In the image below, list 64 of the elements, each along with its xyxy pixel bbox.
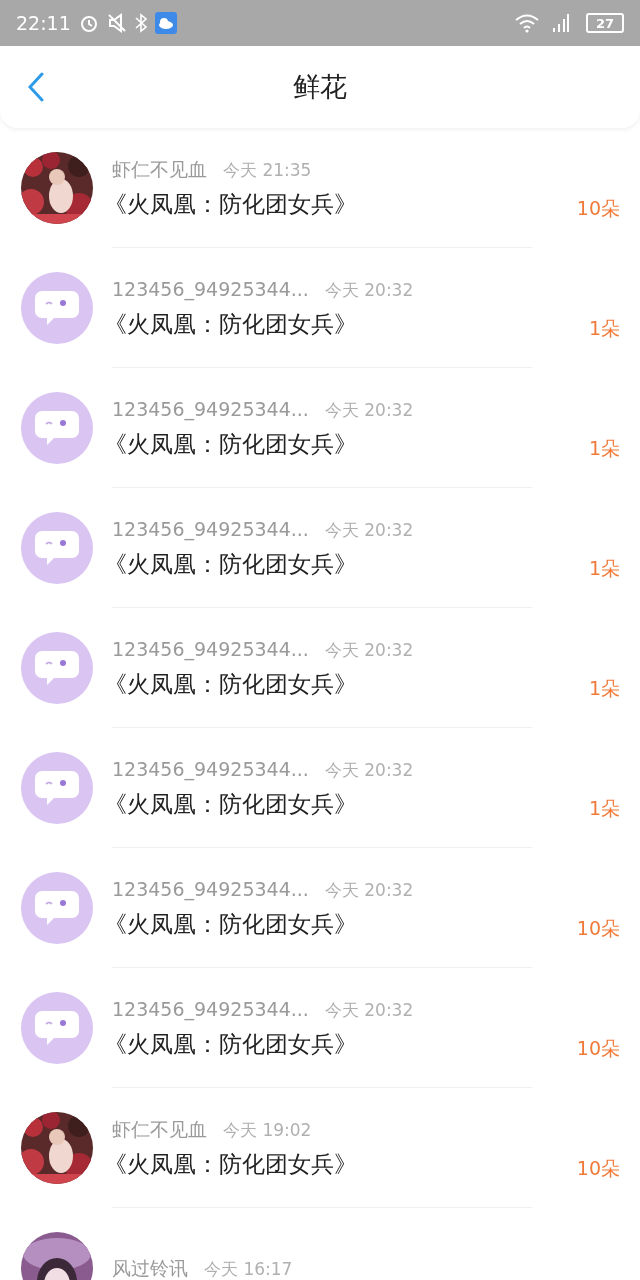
- list-row[interactable]: 123456_94925344... 今天 20:32 《火凤凰：防化团女兵》 1朵: [0, 608, 640, 728]
- timestamp: 今天 21:35: [223, 158, 312, 182]
- book-title: 《火凤凰：防化团女兵》: [104, 1030, 358, 1059]
- timestamp: 今天 20:32: [324, 878, 414, 902]
- flower-count: 10朵: [576, 915, 620, 941]
- timestamp: 今天 20:32: [324, 278, 414, 302]
- wifi-icon: [514, 13, 540, 33]
- user-name: 123456_94925344...: [112, 276, 309, 303]
- chat-bubble-icon: [34, 409, 80, 447]
- bluetooth-icon: [134, 13, 147, 33]
- timestamp: 今天 20:32: [324, 638, 414, 662]
- chat-bubble-icon: [34, 1009, 80, 1047]
- book-title: 《火凤凰：防化团女兵》: [104, 190, 358, 219]
- chat-bubble-icon: [34, 889, 80, 927]
- chat-bubble-icon: [34, 529, 80, 567]
- user-name: 123456_94925344...: [112, 876, 309, 903]
- timestamp: 今天 20:32: [324, 998, 414, 1022]
- book-title: 《火凤凰：防化团女兵》: [104, 1150, 358, 1179]
- chat-bubble-icon: [34, 769, 80, 807]
- book-title: 《火凤凰：防化团女兵》: [104, 430, 358, 459]
- list-row[interactable]: 123456_94925344... 今天 20:32 《火凤凰：防化团女兵》 10朵: [0, 848, 640, 968]
- signal-icon: [552, 13, 570, 33]
- flower-count: 1朵: [588, 555, 620, 581]
- alarm-icon: [78, 13, 99, 33]
- user-name: 123456_94925344...: [112, 516, 309, 543]
- chat-bubble-icon: [34, 649, 80, 687]
- book-title: 《火凤凰：防化团女兵》: [104, 910, 358, 939]
- user-name: 123456_94925344...: [112, 636, 309, 663]
- list-row[interactable]: 123456_94925344... 今天 20:32 《火凤凰：防化团女兵》 1朵: [0, 728, 640, 848]
- user-name: 风过铃讯: [112, 1255, 188, 1280]
- book-title: 《火凤凰：防化团女兵》: [104, 310, 358, 339]
- timestamp: 今天 20:32: [324, 758, 414, 782]
- user-name: 虾仁不见血: [112, 156, 207, 182]
- flower-count: 1朵: [588, 795, 620, 821]
- book-title: 《火凤凰：防化团女兵》: [104, 670, 358, 699]
- timestamp: 今天 20:32: [324, 518, 414, 542]
- user-name: 123456_94925344...: [112, 396, 309, 423]
- weather-icon: [154, 12, 177, 34]
- flower-count: 10朵: [576, 1035, 620, 1061]
- user-name: 虾仁不见血: [112, 1116, 207, 1142]
- page-title: 鲜花: [293, 69, 347, 104]
- chat-bubble-icon: [34, 289, 80, 327]
- back-icon: [28, 72, 44, 102]
- flower-count: 10朵: [576, 1155, 620, 1181]
- clock: 22:11: [16, 10, 71, 36]
- list-row[interactable]: 123456_94925344... 今天 20:32 《火凤凰：防化团女兵》 10朵: [0, 968, 640, 1088]
- timestamp: 今天 16:17: [204, 1257, 293, 1280]
- list-row[interactable]: 123456_94925344... 今天 20:32 《火凤凰：防化团女兵》 1朵: [0, 488, 640, 608]
- list-row[interactable]: 虾仁不见血 今天 21:35 《火凤凰：防化团女兵》 10朵: [0, 128, 640, 248]
- book-title: 《火凤凰：防化团女兵》: [104, 550, 358, 579]
- timestamp: 今天 19:02: [223, 1118, 312, 1142]
- list-row[interactable]: 123456_94925344... 今天 20:32 《火凤凰：防化团女兵》 1朵: [0, 248, 640, 368]
- list-row[interactable]: 123456_94925344... 今天 20:32 《火凤凰：防化团女兵》 1朵: [0, 368, 640, 488]
- timestamp: 今天 20:32: [324, 398, 414, 422]
- mute-icon: [106, 13, 127, 33]
- book-title: 《火凤凰：防化团女兵》: [104, 790, 358, 819]
- battery-level: 27: [595, 16, 615, 30]
- flower-count: 1朵: [588, 435, 620, 461]
- flower-count: 1朵: [588, 315, 620, 341]
- user-name: 123456_94925344...: [112, 756, 309, 783]
- list-row[interactable]: 虾仁不见血 今天 19:02 《火凤凰：防化团女兵》 10朵: [0, 1088, 640, 1208]
- flower-count: 1朵: [588, 675, 620, 701]
- flower-count: 10朵: [576, 195, 620, 221]
- user-name: 123456_94925344...: [112, 996, 309, 1023]
